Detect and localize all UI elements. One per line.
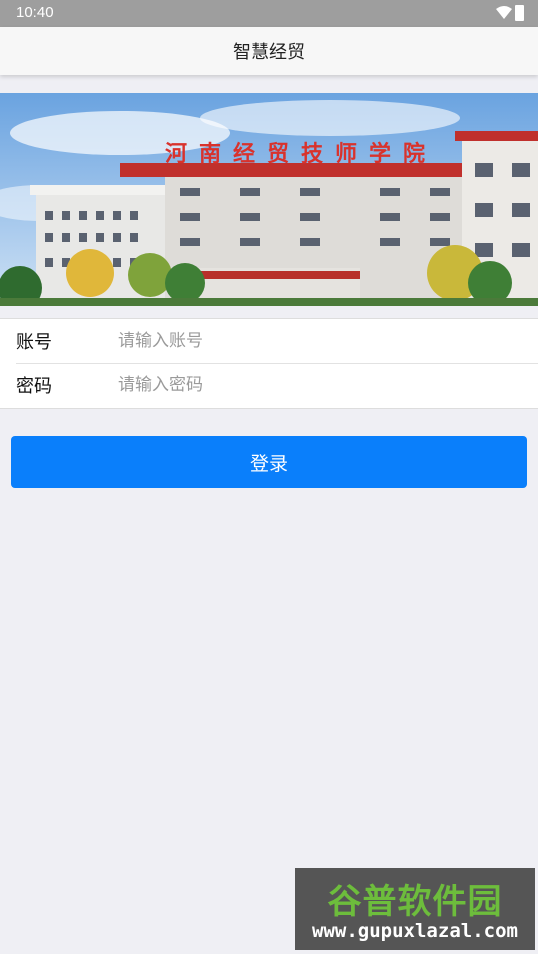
- account-row: 账号: [16, 319, 538, 364]
- watermark-brand: 谷普软件园: [327, 882, 503, 922]
- login-form: 账号 密码: [0, 318, 538, 409]
- app-bar: 智慧经贸: [0, 27, 538, 75]
- campus-banner-image: 河南经贸技师学院: [0, 93, 538, 306]
- school-sign-text: 河南经贸技师学院: [165, 141, 437, 167]
- account-input[interactable]: [118, 331, 498, 351]
- watermark-logo: 谷普软件园 www.gupuxlazal.com: [295, 868, 535, 950]
- page-title: 智慧经贸: [233, 42, 305, 63]
- wifi-icon: [496, 6, 512, 19]
- login-button[interactable]: 登录: [11, 436, 527, 488]
- status-time: 10:40: [16, 4, 54, 21]
- account-label: 账号: [16, 332, 52, 353]
- password-input[interactable]: [118, 375, 498, 395]
- campus-building-illustration: 河南经贸技师学院: [0, 93, 538, 306]
- password-label: 密码: [16, 376, 52, 397]
- watermark-url: www.gupuxlazal.com: [312, 920, 518, 942]
- password-row: 密码: [16, 363, 538, 407]
- battery-icon: [515, 5, 524, 21]
- status-bar: 10:40: [0, 0, 538, 27]
